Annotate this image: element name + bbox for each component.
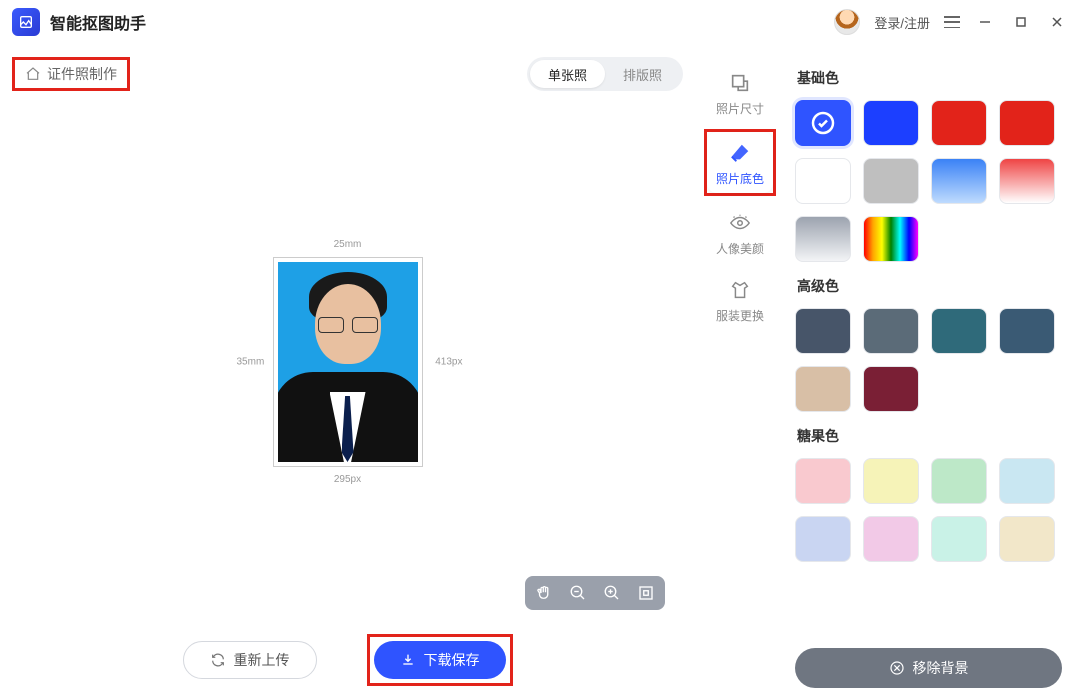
zoom-toolbar	[525, 576, 665, 610]
remove-bg-label: 移除背景	[913, 658, 969, 678]
sidetab-beauty[interactable]: 人像美颜	[707, 202, 773, 263]
sidetab-size[interactable]: 照片尺寸	[707, 62, 773, 123]
section-basic-title: 基础色	[797, 68, 1062, 88]
basic-swatches	[795, 100, 1062, 262]
download-label: 下载保存	[424, 650, 480, 670]
swatch-basic-8[interactable]	[795, 216, 851, 262]
swatch-candy-0[interactable]	[795, 458, 851, 504]
tab-single[interactable]: 单张照	[530, 60, 605, 88]
avatar[interactable]	[834, 9, 860, 35]
swatch-basic-9[interactable]	[863, 216, 919, 262]
trash-icon	[889, 660, 905, 676]
section-candy-title: 糖果色	[797, 426, 1062, 446]
swatch-basic-1[interactable]	[863, 100, 919, 146]
swatch-candy-5[interactable]	[863, 516, 919, 562]
sidetab-background[interactable]: 照片底色	[707, 132, 773, 193]
candy-swatches	[795, 458, 1062, 562]
download-button[interactable]: 下载保存	[374, 641, 506, 679]
breadcrumb[interactable]: 证件照制作	[17, 61, 125, 87]
zoom-in-button[interactable]	[601, 582, 623, 604]
dim-top: 25mm	[273, 239, 423, 250]
swatch-basic-7[interactable]	[999, 158, 1055, 204]
tab-layout[interactable]: 排版照	[605, 60, 680, 88]
titlebar: 智能抠图助手 登录/注册	[0, 0, 1080, 44]
reupload-label: 重新上传	[234, 650, 290, 670]
close-button[interactable]	[1046, 11, 1068, 33]
swatch-basic-4[interactable]	[795, 158, 851, 204]
home-icon	[25, 66, 41, 82]
photo-image	[278, 262, 418, 462]
swatch-advanced-4[interactable]	[795, 366, 851, 412]
swatch-candy-3[interactable]	[999, 458, 1055, 504]
swatch-advanced-5[interactable]	[863, 366, 919, 412]
bottom-actions: 重新上传 下载保存	[12, 630, 683, 690]
sidetab-outfit[interactable]: 服装更换	[707, 269, 773, 330]
swatch-advanced-0[interactable]	[795, 308, 851, 354]
advanced-swatches	[795, 308, 1062, 412]
photo-frame[interactable]	[273, 257, 423, 467]
eye-icon	[727, 210, 753, 236]
swatch-basic-5[interactable]	[863, 158, 919, 204]
app-title: 智能抠图助手	[50, 10, 146, 34]
swatch-candy-6[interactable]	[931, 516, 987, 562]
swatch-candy-2[interactable]	[931, 458, 987, 504]
editor-pane: 证件照制作 单张照 排版照 25mm 35mm 413px 295px	[0, 44, 695, 700]
shirt-icon	[727, 277, 753, 303]
swatch-basic-6[interactable]	[931, 158, 987, 204]
eraser-icon	[727, 140, 753, 166]
app-icon	[12, 8, 40, 36]
swatch-basic-0[interactable]	[795, 100, 851, 146]
view-tabs: 单张照 排版照	[527, 57, 683, 91]
reupload-button[interactable]: 重新上传	[183, 641, 317, 679]
swatch-advanced-2[interactable]	[931, 308, 987, 354]
breadcrumb-label: 证件照制作	[47, 64, 117, 84]
swatch-advanced-3[interactable]	[999, 308, 1055, 354]
pan-tool[interactable]	[533, 582, 555, 604]
maximize-button[interactable]	[1010, 11, 1032, 33]
login-link[interactable]: 登录/注册	[874, 13, 930, 32]
color-panel: 基础色 高级色 糖果色 移除背景	[785, 44, 1080, 700]
dim-left: 35mm	[237, 357, 265, 368]
swatch-candy-7[interactable]	[999, 516, 1055, 562]
dim-bottom: 295px	[273, 474, 423, 485]
swatch-basic-2[interactable]	[931, 100, 987, 146]
remove-bg-button[interactable]: 移除背景	[795, 648, 1062, 688]
zoom-out-button[interactable]	[567, 582, 589, 604]
swatch-basic-3[interactable]	[999, 100, 1055, 146]
photo-preview: 25mm 35mm 413px 295px	[273, 257, 423, 467]
swatch-advanced-1[interactable]	[863, 308, 919, 354]
resize-icon	[727, 70, 753, 96]
fit-button[interactable]	[635, 582, 657, 604]
canvas: 25mm 35mm 413px 295px	[12, 100, 683, 624]
menu-icon[interactable]	[944, 16, 960, 28]
dim-right: 413px	[435, 357, 462, 368]
minimize-button[interactable]	[974, 11, 996, 33]
refresh-icon	[210, 652, 226, 668]
tool-tabs: 照片尺寸 照片底色 人像美颜 服装更换	[695, 44, 785, 700]
swatch-candy-4[interactable]	[795, 516, 851, 562]
swatch-candy-1[interactable]	[863, 458, 919, 504]
download-icon	[400, 652, 416, 668]
section-advanced-title: 高级色	[797, 276, 1062, 296]
